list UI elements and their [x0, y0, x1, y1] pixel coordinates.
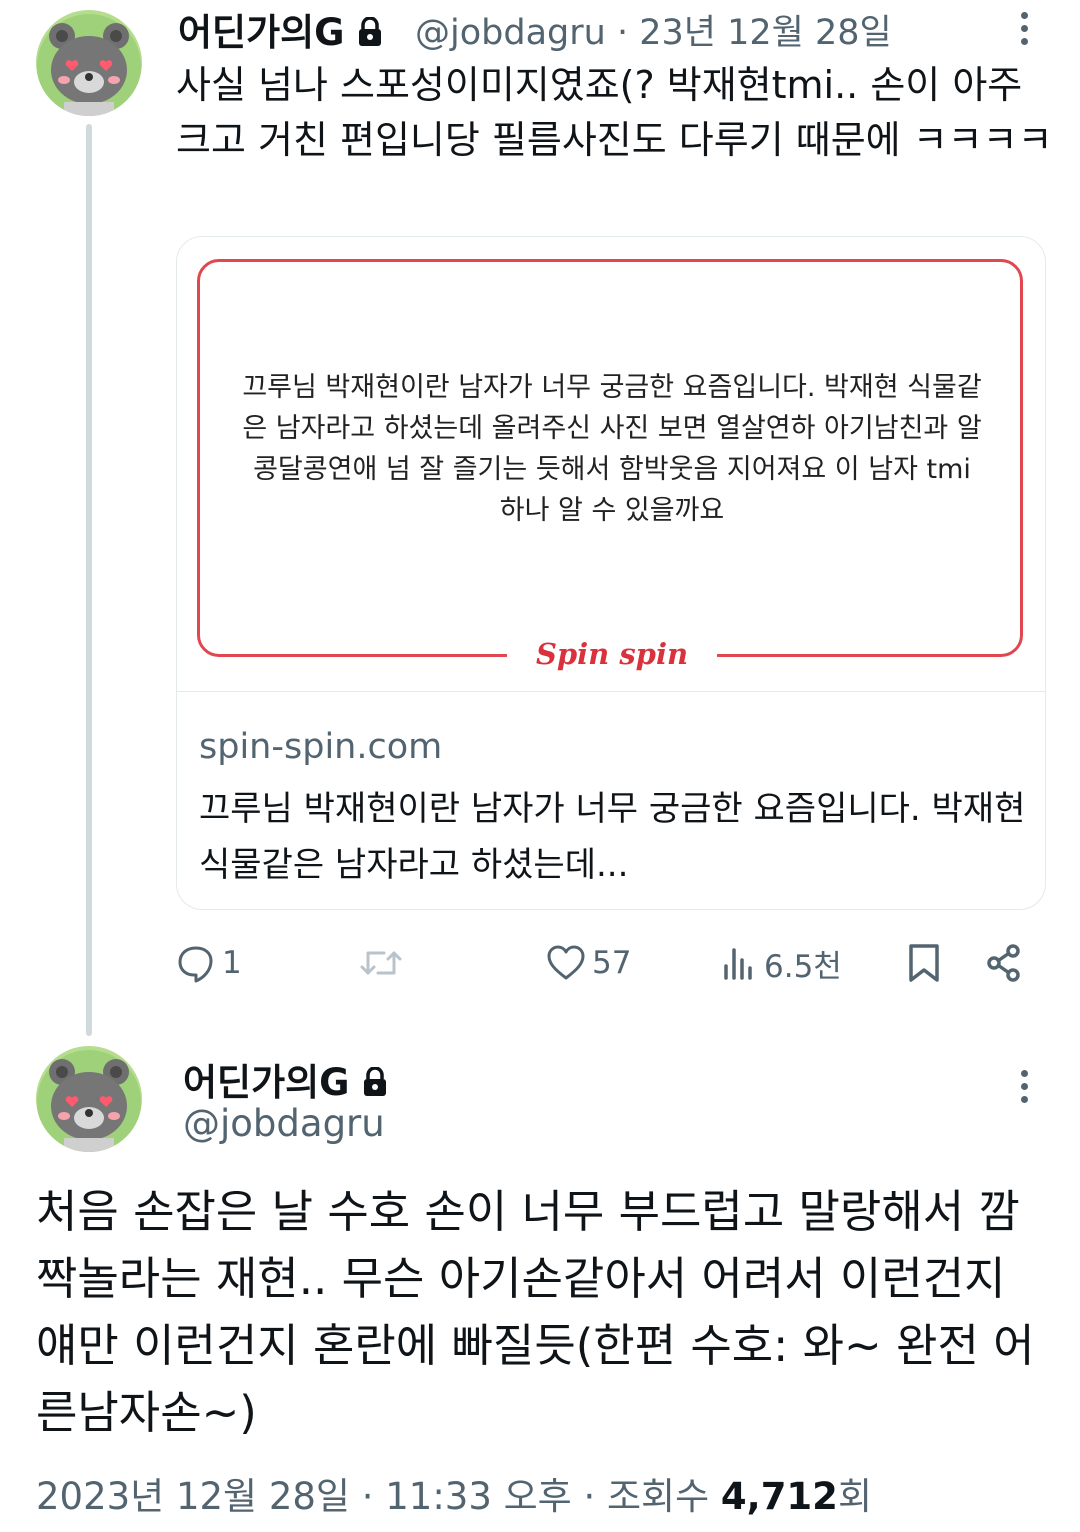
card-image-question: 끄루님 박재현이란 남자가 너무 궁금한 요즘입니다. 박재현 식물같은 남자라… [242, 372, 982, 526]
lock-icon [357, 13, 383, 56]
thread-line [86, 124, 92, 1036]
reply-icon [178, 946, 213, 983]
retweet-icon [360, 951, 402, 975]
handle[interactable]: @jobdagru [415, 13, 606, 53]
analytics-icon [724, 948, 752, 980]
avatar[interactable] [36, 1046, 142, 1152]
card-domain: spin-spin.com [199, 727, 443, 767]
display-name[interactable]: 어딘가의G [183, 1052, 388, 1106]
view-count: 6.5천 [764, 948, 842, 985]
lock-icon [362, 1063, 388, 1106]
card-brand-logo: Spin spin [535, 637, 689, 671]
tweet-timestamp: 2023년 12월 28일 · 11:33 오후 · 조회수 4,712회 [36, 1466, 872, 1520]
like-count: 57 [592, 945, 632, 981]
card-title: 끄루님 박재현이란 남자가 너무 궁금한 요즘입니다. 박재현 식물같은 남자라… [199, 789, 1026, 885]
more-options-icon[interactable] [1018, 12, 1030, 56]
view-count: 4,712 [720, 1475, 838, 1518]
card-divider [177, 691, 1045, 692]
tweet-text: 사실 넘나 스포성이미지였죠(? 박재현tmi.. 손이 아주 크고 거친 편입… [176, 63, 1053, 162]
avatar[interactable] [36, 10, 142, 116]
tweet-meta: @jobdagru · 23년 12월 28일 [415, 4, 892, 55]
bear-avatar-icon [36, 1046, 142, 1152]
display-name-text[interactable]: 어딘가의G [183, 1061, 350, 1104]
like-button[interactable]: 57 [546, 938, 631, 988]
display-name[interactable]: 어딘가의G [178, 2, 383, 56]
display-name-text[interactable]: 어딘가의G [178, 11, 345, 54]
bookmark-button[interactable] [906, 938, 942, 988]
more-options-icon[interactable] [1018, 1070, 1030, 1114]
tweet-date[interactable]: 23년 12월 28일 [639, 13, 891, 53]
handle[interactable]: @jobdagru [183, 1102, 385, 1145]
reply-count: 1 [222, 945, 242, 981]
retweet-button[interactable] [358, 938, 404, 988]
reply-button[interactable]: 1 [176, 938, 242, 988]
meta-separator: · [616, 13, 629, 53]
link-card[interactable]: Spin spin 끄루님 박재현이란 남자가 너무 궁금한 요즘입니다. 박재… [176, 236, 1046, 910]
heart-icon [547, 945, 585, 980]
share-button[interactable] [984, 938, 1024, 988]
card-image: Spin spin 끄루님 박재현이란 남자가 너무 궁금한 요즘입니다. 박재… [177, 237, 1045, 691]
timestamp-text[interactable]: 2023년 12월 28일 · 11:33 오후 · 조회수 [36, 1475, 709, 1518]
tweet-text: 처음 손잡은 날 수호 손이 너무 부드럽고 말랑해서 깜짝놀라는 재현.. 무… [36, 1185, 1035, 1439]
bookmark-icon [909, 944, 939, 982]
view-suffix: 회 [837, 1475, 872, 1518]
share-icon [987, 944, 1020, 982]
views-button[interactable]: 6.5천 [722, 938, 842, 988]
bear-avatar-icon [36, 10, 142, 116]
